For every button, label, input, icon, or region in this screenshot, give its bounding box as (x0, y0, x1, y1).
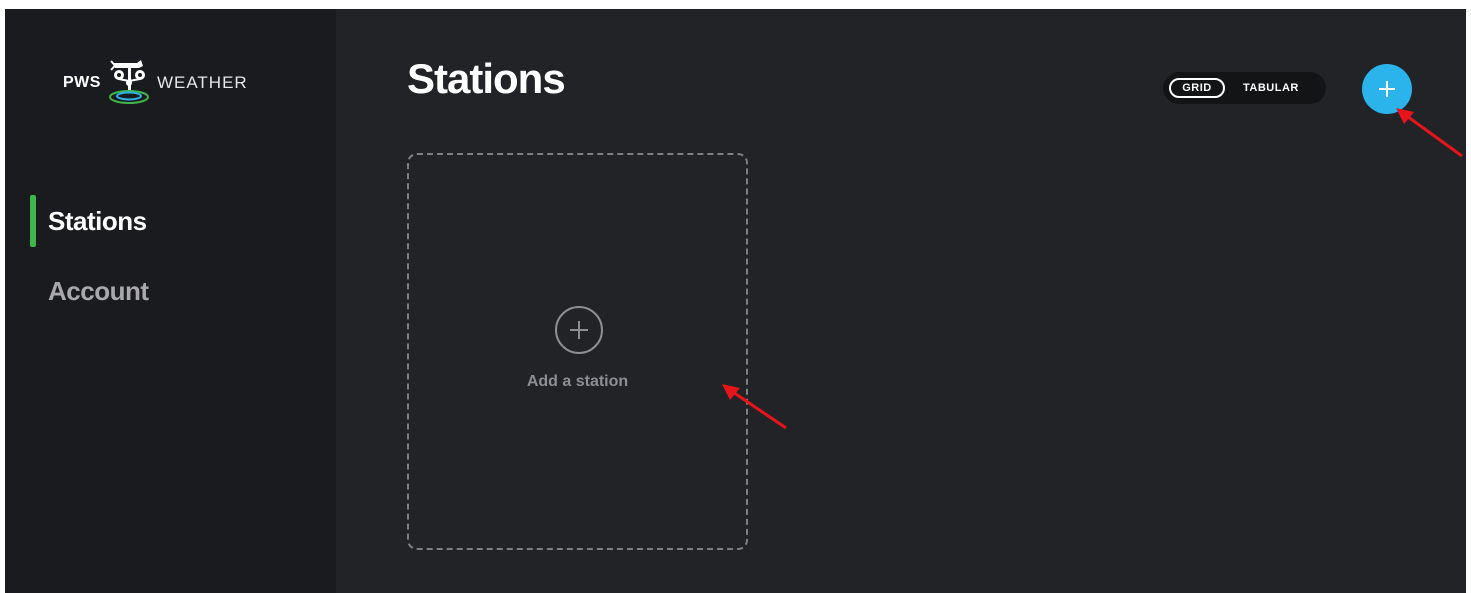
logo-weather-text: WEATHER (156, 73, 248, 92)
annotation-arrow-icon (1396, 108, 1463, 158)
weather-vane-logo-icon (108, 60, 149, 104)
app-window: PWS WEATHER Stations Account Stations GR… (5, 9, 1466, 593)
logo[interactable]: PWS WEATHER (63, 57, 248, 109)
nav-item-account[interactable]: Account (30, 265, 149, 317)
toggle-grid[interactable]: GRID (1169, 78, 1225, 98)
plus-icon (1379, 81, 1395, 97)
toggle-tabular[interactable]: TABULAR (1243, 82, 1299, 94)
sidebar: PWS WEATHER Stations Account (5, 9, 336, 593)
nav-item-label: Account (48, 275, 149, 306)
logo-pws-text: PWS (63, 74, 101, 91)
nav-item-stations[interactable]: Stations (30, 195, 147, 247)
view-toggle: GRID TABULAR (1163, 72, 1326, 104)
nav-item-label: Stations (48, 205, 147, 236)
add-station-card[interactable]: Add a station (407, 153, 748, 550)
active-indicator (30, 195, 36, 247)
page-title: Stations (407, 55, 566, 102)
plus-circle-icon (555, 306, 603, 354)
annotation-arrow-icon (722, 384, 787, 430)
add-station-label: Add a station (526, 373, 629, 390)
